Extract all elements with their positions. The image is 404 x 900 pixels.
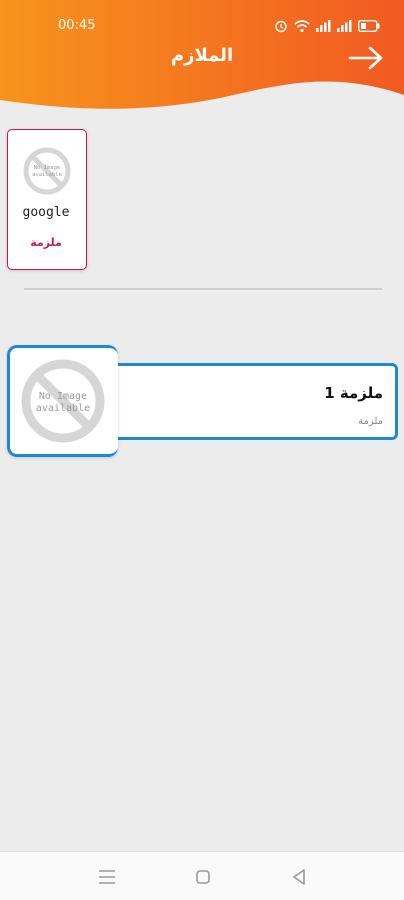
system-nav-bar xyxy=(0,851,404,900)
signal-icon xyxy=(337,20,352,32)
status-time: 00:45 xyxy=(58,18,96,33)
divider xyxy=(24,288,382,290)
file-list-item[interactable]: ملزمة 1 ملزمة xyxy=(100,363,398,440)
signal-icon xyxy=(316,20,331,32)
arrow-right-icon xyxy=(348,46,383,70)
app-header: 00:45 الملازم xyxy=(0,0,404,115)
back-nav-button[interactable] xyxy=(288,866,310,888)
file-thumbnail[interactable]: No Image available xyxy=(7,345,118,457)
home-icon xyxy=(196,870,210,884)
page-title: الملازم xyxy=(170,45,234,66)
menu-button[interactable] xyxy=(96,866,118,888)
no-image-text: No Image xyxy=(34,165,61,171)
wifi-icon xyxy=(294,19,310,32)
category-type-label: ملزمة xyxy=(30,236,62,249)
menu-icon xyxy=(99,870,115,884)
alarm-icon xyxy=(275,20,287,33)
no-image-text: No Image xyxy=(39,391,87,402)
back-button[interactable] xyxy=(346,44,386,72)
category-thumbnail: No Image available xyxy=(22,146,72,200)
available-text: available xyxy=(36,403,90,414)
no-image-icon: No Image available xyxy=(21,359,105,443)
category-name: google xyxy=(22,205,70,220)
battery-icon xyxy=(358,20,380,32)
back-icon xyxy=(293,869,305,885)
file-title: ملزمة 1 xyxy=(324,384,383,402)
home-button[interactable] xyxy=(192,866,214,888)
available-text: available xyxy=(32,172,62,178)
no-image-icon: No Image available xyxy=(23,147,71,195)
file-type-label: ملزمة xyxy=(358,416,383,427)
